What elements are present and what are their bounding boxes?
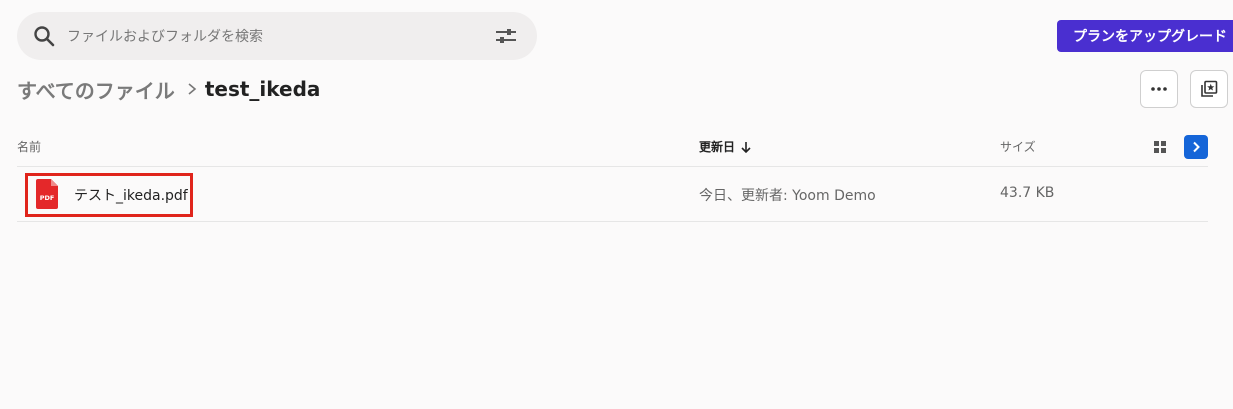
chevron-right-icon xyxy=(1193,141,1200,153)
file-browser-page: プランをアップグレード すべてのファイル test_ikeda 名前 更新日 xyxy=(0,0,1233,409)
more-options-button[interactable] xyxy=(1140,70,1178,108)
chevron-right-icon xyxy=(188,83,197,95)
arrow-down-icon xyxy=(741,141,751,153)
column-header-modified[interactable]: 更新日 xyxy=(699,138,751,155)
ellipsis-icon xyxy=(1151,87,1167,91)
column-header-name[interactable]: 名前 xyxy=(17,138,41,155)
grid-view-icon[interactable] xyxy=(1153,140,1167,154)
file-table-header: 名前 更新日 サイズ xyxy=(17,128,1208,167)
breadcrumb-current-folder: test_ikeda xyxy=(204,77,321,101)
filter-sliders-icon[interactable] xyxy=(495,27,517,45)
svg-text:PDF: PDF xyxy=(40,194,55,202)
column-header-modified-label: 更新日 xyxy=(699,140,736,154)
search-icon xyxy=(34,26,55,47)
search-input[interactable] xyxy=(65,22,489,52)
file-name[interactable]: テスト_ikeda.pdf xyxy=(74,185,188,205)
upgrade-plan-button[interactable]: プランをアップグレード xyxy=(1057,20,1233,52)
breadcrumb: すべてのファイル test_ikeda xyxy=(17,74,320,104)
file-modified: 今日、更新者: Yoom Demo xyxy=(699,188,876,204)
breadcrumb-root-link[interactable]: すべてのファイル xyxy=(17,75,175,104)
toggle-side-panel-button[interactable] xyxy=(1184,135,1208,159)
table-row[interactable]: PDF テスト_ikeda.pdf 今日、更新者: Yoom Demo 43.7… xyxy=(17,167,1208,222)
pdf-file-icon: PDF xyxy=(36,179,58,209)
column-header-size[interactable]: サイズ xyxy=(1000,138,1036,155)
starred-collection-button[interactable] xyxy=(1190,70,1228,108)
search-bar[interactable] xyxy=(17,12,537,60)
file-size: 43.7 KB xyxy=(1000,185,1055,201)
star-collection-icon xyxy=(1201,80,1218,97)
